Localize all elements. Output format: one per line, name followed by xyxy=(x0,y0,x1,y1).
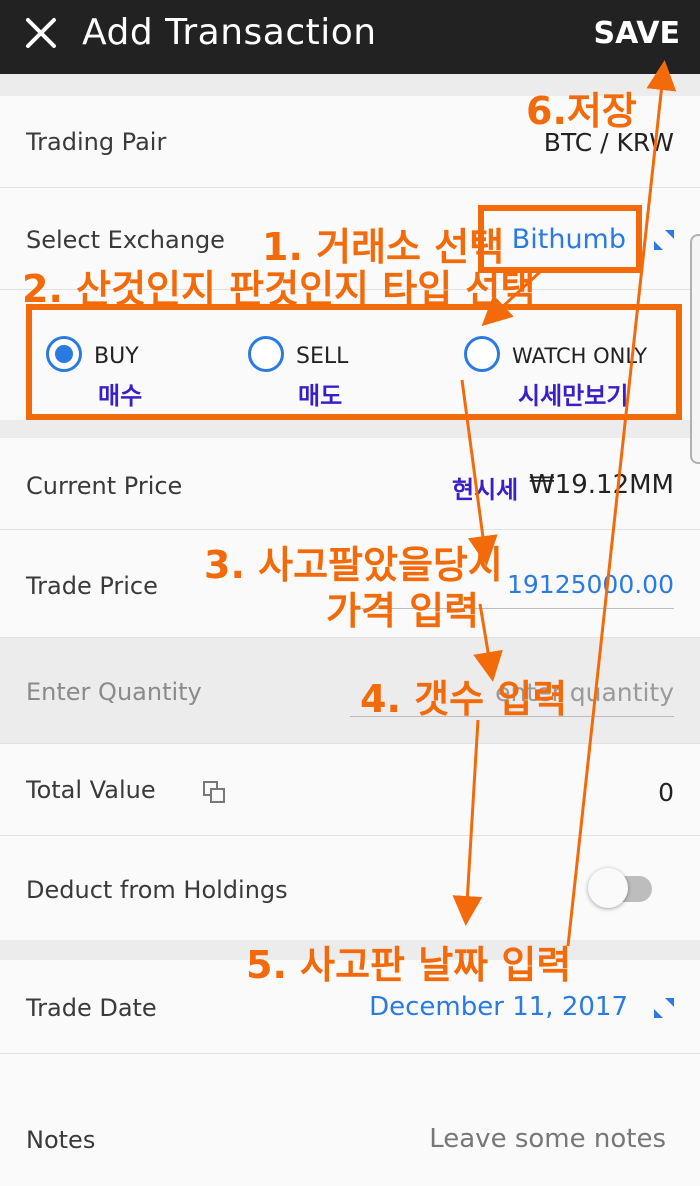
annotation-step2: 2. 산것인지 판것인지 타입 선택 xyxy=(22,267,536,311)
annotation-step3-line2: 가격 입력 xyxy=(326,589,480,633)
arrow-step3 xyxy=(473,603,503,682)
arrow-step4 xyxy=(452,719,483,926)
arrow-step2 xyxy=(460,379,498,566)
annotation-step5: 5. 사고판 날짜 입력 xyxy=(246,943,572,987)
arrow-step5 xyxy=(566,60,677,947)
annotation-step4: 4. 갯수 입력 xyxy=(360,677,568,721)
annotation-step6: 6.저장 xyxy=(526,89,637,133)
